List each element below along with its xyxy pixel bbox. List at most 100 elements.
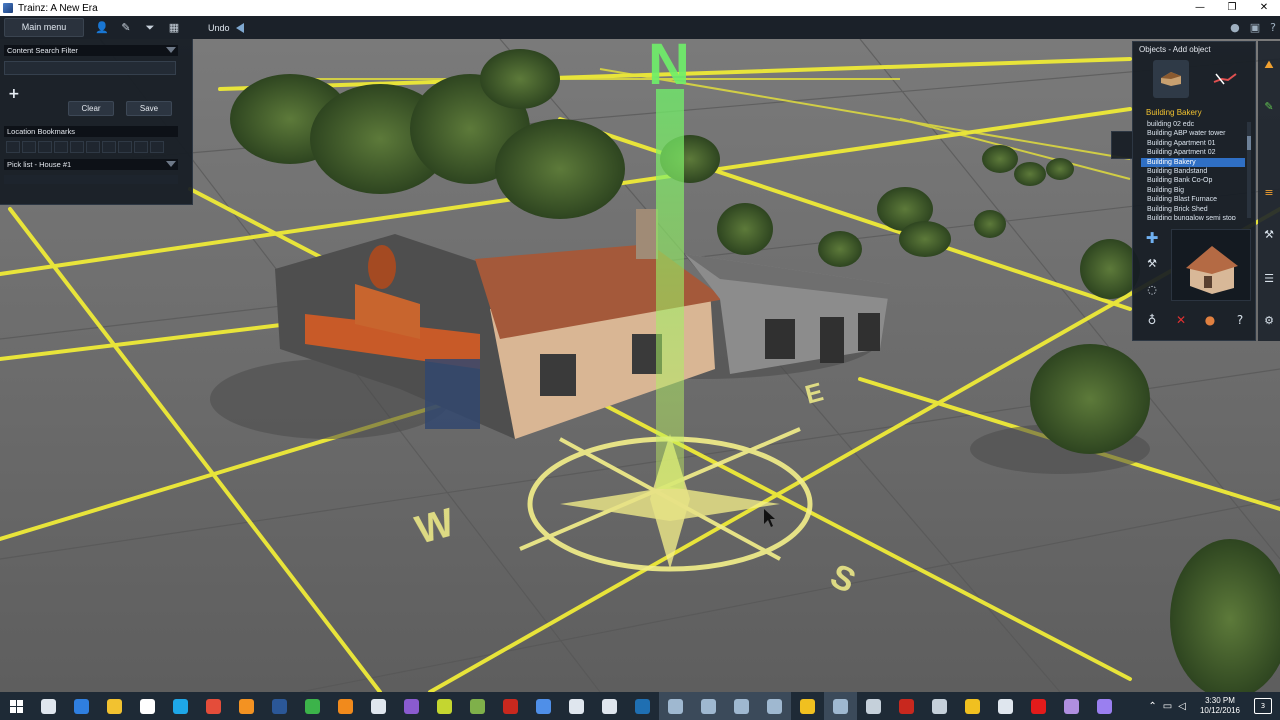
panel-collapse-tab[interactable] (1111, 131, 1132, 159)
terrain-mode-icon[interactable]: ⛰ (1261, 57, 1277, 73)
spline-tool[interactable] (1207, 60, 1243, 98)
tray-expand-icon[interactable]: ⌃ (1148, 701, 1156, 712)
settings-mode-icon[interactable]: ⚙ (1261, 313, 1277, 329)
volume-icon[interactable]: ◁ (1178, 701, 1186, 712)
bookmark-slot[interactable] (102, 141, 116, 153)
aftereffects-taskbar-button[interactable] (1088, 692, 1121, 720)
trainz-taskbar-button[interactable] (758, 692, 791, 720)
object-list-item[interactable]: Building bungalow semi stop (1141, 214, 1245, 220)
track-mode-icon[interactable]: ≡ (1261, 185, 1277, 201)
lasso-icon[interactable]: ◌ (1143, 281, 1161, 299)
maximize-button[interactable]: ❐ (1216, 0, 1248, 16)
start-button[interactable] (0, 692, 32, 720)
person-icon[interactable]: 👤 (90, 18, 114, 37)
save-button[interactable]: Save (126, 101, 172, 116)
pick-list-field[interactable] (4, 175, 178, 184)
visualstudio-taskbar-button[interactable] (395, 692, 428, 720)
object-list-item[interactable]: Building Bank Co-Op (1141, 176, 1245, 185)
task-view-taskbar-button[interactable] (32, 692, 65, 720)
clear-button[interactable]: Clear (68, 101, 114, 116)
add-filter-button[interactable]: + (8, 86, 20, 102)
explorer-taskbar-button[interactable] (98, 692, 131, 720)
window-taskbar-button[interactable] (527, 692, 560, 720)
trainz-taskbar-button[interactable] (824, 692, 857, 720)
bookmark-slot[interactable] (86, 141, 100, 153)
store-taskbar-button[interactable] (131, 692, 164, 720)
pick-list-dropdown-icon[interactable] (166, 161, 176, 167)
close-button[interactable]: ✕ (1248, 0, 1280, 16)
recorder-taskbar-button[interactable] (890, 692, 923, 720)
layout-icon[interactable]: ▣ (1250, 21, 1260, 34)
script-taskbar-button[interactable] (428, 692, 461, 720)
plus-icon[interactable]: ✚ (1143, 229, 1161, 247)
bookmark-slot[interactable] (118, 141, 132, 153)
firefox-taskbar-button[interactable] (230, 692, 263, 720)
bookmark-slot[interactable] (70, 141, 84, 153)
record-taskbar-button[interactable] (1022, 692, 1055, 720)
photoshop-taskbar-button[interactable] (626, 692, 659, 720)
bookmark-slot[interactable] (150, 141, 164, 153)
status-icon[interactable]: ● (1230, 21, 1240, 34)
unity-taskbar-button[interactable] (593, 692, 626, 720)
search-filter-dropdown-icon[interactable] (166, 47, 176, 53)
help-icon[interactable]: ? (1229, 310, 1251, 330)
minimize-button[interactable]: — (1184, 0, 1216, 16)
train-taskbar-button[interactable] (791, 692, 824, 720)
trainz-taskbar-button[interactable] (659, 692, 692, 720)
dropper-icon[interactable]: ♁ (1141, 310, 1163, 330)
bookmark-slot[interactable] (134, 141, 148, 153)
info-icon[interactable]: ● (1199, 310, 1221, 330)
pick-list-header[interactable]: Pick list - House #1 (4, 159, 178, 170)
object-list-item[interactable]: Building ABP water tower (1141, 129, 1245, 138)
skype-taskbar-button[interactable] (164, 692, 197, 720)
layers-mode-icon[interactable]: ☰ (1261, 271, 1277, 287)
undo-button[interactable]: Undo (208, 22, 244, 33)
wrench-icon[interactable]: ⚒ (1143, 255, 1161, 273)
tools-mode-icon[interactable]: ⚒ (1261, 227, 1277, 243)
notification-center-icon[interactable]: 3 (1254, 698, 1272, 714)
object-list-item[interactable]: Building Big (1141, 186, 1245, 195)
filter-icon[interactable]: ⏷ (138, 18, 162, 37)
object-list-item[interactable]: Building Apartment 02 (1141, 148, 1245, 157)
bookmark-slot[interactable] (22, 141, 36, 153)
edit-icon[interactable]: ✎ (114, 18, 138, 37)
bookmark-slot[interactable] (6, 141, 20, 153)
object-list-item[interactable]: building 02 edc (1141, 120, 1245, 129)
object-list-item[interactable]: Building Apartment 01 (1141, 139, 1245, 148)
object-list-scrollbar[interactable] (1247, 122, 1251, 218)
steam-taskbar-button[interactable] (857, 692, 890, 720)
game-taskbar-button[interactable] (1055, 692, 1088, 720)
scrollbar-thumb[interactable] (1247, 136, 1251, 150)
add-object-tool[interactable] (1153, 60, 1189, 98)
terminal-taskbar-button[interactable] (989, 692, 1022, 720)
archive-taskbar-button[interactable] (956, 692, 989, 720)
filezilla-taskbar-button[interactable] (494, 692, 527, 720)
object-list-item[interactable]: Building Bandstand (1141, 167, 1245, 176)
edge-taskbar-button[interactable] (65, 692, 98, 720)
bookmark-slot[interactable] (54, 141, 68, 153)
grid-icon[interactable]: ▦ (162, 18, 186, 37)
calculator-taskbar-button[interactable] (362, 692, 395, 720)
unity-taskbar-button[interactable] (560, 692, 593, 720)
trainz-taskbar-button[interactable] (725, 692, 758, 720)
app-taskbar-button[interactable] (296, 692, 329, 720)
vlc-taskbar-button[interactable] (329, 692, 362, 720)
delete-icon[interactable]: ✕ (1170, 310, 1192, 330)
trainz-taskbar-button[interactable] (692, 692, 725, 720)
object-list[interactable]: building 02 edc Building ABP water tower B… (1141, 120, 1245, 220)
search-filter-input[interactable] (4, 61, 176, 75)
main-menu-button[interactable]: Main menu (4, 18, 84, 37)
help-icon[interactable]: ? (1270, 21, 1276, 34)
chrome-taskbar-button[interactable] (197, 692, 230, 720)
word-taskbar-button[interactable] (263, 692, 296, 720)
network-icon[interactable]: ▭ (1163, 701, 1172, 712)
train-icon (800, 698, 815, 714)
object-list-item[interactable]: Building Blast Furnace (1141, 195, 1245, 204)
object-list-item[interactable]: Building Brick Shed (1141, 205, 1245, 214)
clock[interactable]: 3:30 PM 10/12/2016 (1200, 696, 1240, 716)
paint-mode-icon[interactable]: ✎ (1261, 99, 1277, 115)
phone-taskbar-button[interactable] (923, 692, 956, 720)
notepad-taskbar-button[interactable] (461, 692, 494, 720)
object-list-item[interactable]: Building Bakery (1141, 157, 1245, 167)
bookmark-slot[interactable] (38, 141, 52, 153)
